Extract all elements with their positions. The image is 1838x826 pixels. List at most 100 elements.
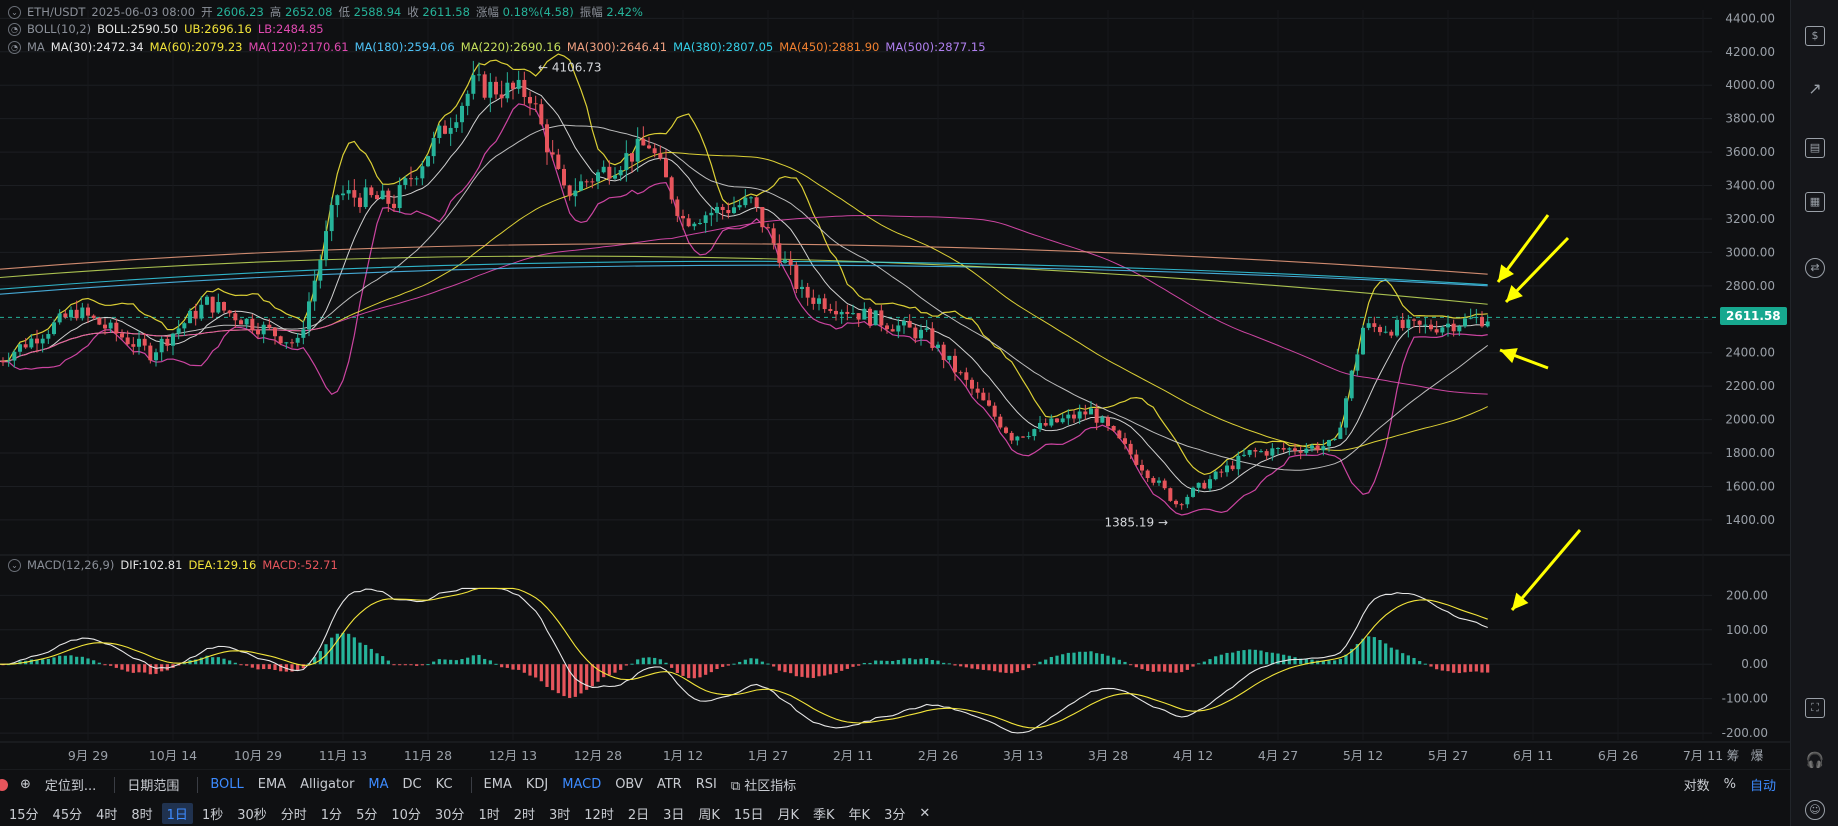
macd-histogram-bar xyxy=(624,664,628,666)
main-indicator-alligator[interactable]: Alligator xyxy=(300,777,354,792)
timeframe-3时[interactable]: 3时 xyxy=(544,803,575,824)
log-scale-button[interactable]: 对数 xyxy=(1684,775,1710,794)
macd-histogram-bar xyxy=(1191,664,1195,667)
timeframe-年K[interactable]: 年K xyxy=(844,803,876,824)
timeframe-4时[interactable]: 4时 xyxy=(91,803,122,824)
macd-histogram-bar xyxy=(789,664,793,674)
bell-icon[interactable]: ◔ xyxy=(8,40,21,54)
timeframe-15日[interactable]: 15日 xyxy=(729,803,769,824)
ma-value: MA(300):2646.41 xyxy=(566,40,668,54)
price-tick-label: 2400.00 xyxy=(1725,346,1775,360)
price-chart[interactable]: 1400.00 1600.00 1800.00 2000.00 2200.00 2400.… xyxy=(0,0,1790,770)
sub-indicator-rsi[interactable]: RSI xyxy=(696,777,717,792)
fullscreen-icon[interactable]: ⛶ xyxy=(1805,698,1825,718)
timeframe-3分[interactable]: 3分 xyxy=(879,803,910,824)
candle-body xyxy=(879,310,884,326)
timeframe-3日[interactable]: 3日 xyxy=(658,803,689,824)
timeframe-30分[interactable]: 30分 xyxy=(430,803,470,824)
timeframe-2时[interactable]: 2时 xyxy=(509,803,540,824)
candle-body xyxy=(256,330,260,335)
timeframe-1分[interactable]: 1分 xyxy=(316,803,347,824)
candle-body xyxy=(692,223,697,227)
timeframe-10分[interactable]: 10分 xyxy=(386,803,426,824)
dollar-icon[interactable]: $ xyxy=(1805,26,1825,46)
macd-histogram-bar xyxy=(851,664,855,667)
bell-icon[interactable]: ◔ xyxy=(8,22,21,36)
auto-scale-button[interactable]: 自动 xyxy=(1750,775,1776,794)
sub-indicator-macd[interactable]: MACD xyxy=(562,777,601,792)
timeframe-12时[interactable]: 12时 xyxy=(579,803,619,824)
macd-histogram-bar xyxy=(256,664,260,670)
timeframe-1时[interactable]: 1时 xyxy=(473,803,504,824)
candle-body xyxy=(1157,480,1161,483)
candle-body xyxy=(709,212,714,216)
timeframe-周K[interactable]: 周K xyxy=(693,803,725,824)
timeframe-季K[interactable]: 季K xyxy=(808,803,840,824)
timeframe-月K[interactable]: 月K xyxy=(772,803,804,824)
macd-histogram-bar xyxy=(511,664,515,670)
swap-icon[interactable]: ⇄ xyxy=(1805,258,1825,278)
price-tick-label: 4000.00 xyxy=(1725,78,1775,92)
macd-histogram-bar xyxy=(1457,664,1461,674)
macd-tick-label: -200.00 xyxy=(1722,726,1768,740)
macd-histogram-bar xyxy=(75,656,79,665)
main-indicator-dc[interactable]: DC xyxy=(403,777,422,792)
candle-body xyxy=(74,309,79,319)
timeframe-30秒[interactable]: 30秒 xyxy=(232,803,272,824)
timeframe-45分[interactable]: 45分 xyxy=(48,803,88,824)
macd-histogram-bar xyxy=(120,664,124,670)
candle-body xyxy=(1089,408,1093,415)
macd-histogram-bar xyxy=(1361,638,1365,665)
sub-indicator-ema[interactable]: EMA xyxy=(484,777,512,792)
record-icon[interactable] xyxy=(0,778,8,791)
percent-scale-button[interactable]: % xyxy=(1724,777,1736,792)
timeframe-1日[interactable]: 1日 xyxy=(161,802,193,824)
timeframe-5分[interactable]: 5分 xyxy=(351,803,382,824)
sub-indicator-obv[interactable]: OBV xyxy=(615,777,643,792)
candle-body xyxy=(590,181,595,183)
calculator-icon[interactable]: ▦ xyxy=(1805,192,1825,212)
timeframe-2日[interactable]: 2日 xyxy=(623,803,654,824)
date-range-button[interactable]: 日期范围 xyxy=(127,775,179,794)
main-indicator-boll[interactable]: BOLL xyxy=(210,777,243,792)
timeframe-15分[interactable]: 15分 xyxy=(4,803,44,824)
candle-body xyxy=(1072,414,1076,419)
macd-histogram-bar xyxy=(1066,652,1070,665)
sub-indicator-kdj[interactable]: KDJ xyxy=(526,777,548,792)
collapse-icon[interactable]: ⌄ xyxy=(8,558,21,572)
candle-body xyxy=(1151,478,1156,483)
candle-body xyxy=(1259,451,1263,453)
candle-body xyxy=(720,206,725,210)
macd-histogram-bar xyxy=(675,664,679,673)
macd-histogram-bar xyxy=(579,664,583,694)
macd-histogram-bar xyxy=(466,657,470,665)
sub-indicator-atr[interactable]: ATR xyxy=(657,777,682,792)
headset-icon[interactable]: 🎧 xyxy=(1805,752,1825,772)
boll-upper-line xyxy=(0,53,1488,476)
trend-icon[interactable]: ↗ xyxy=(1805,80,1825,100)
community-indicators-button[interactable]: ⧉ 社区指标 xyxy=(731,775,796,794)
timeframe-分时[interactable]: 分时 xyxy=(276,803,312,824)
crosshair-icon[interactable]: ⊕ xyxy=(20,777,31,792)
chart-layout-icon[interactable]: ▤ xyxy=(1805,138,1825,158)
avatar[interactable]: ☺ xyxy=(1805,800,1825,820)
candle-body xyxy=(1225,465,1229,473)
candle-body xyxy=(35,338,39,344)
candle-body xyxy=(454,122,459,128)
candle-body xyxy=(851,313,855,315)
macd-histogram-bar xyxy=(352,637,356,665)
timeframe-✕[interactable]: ✕ xyxy=(914,805,935,822)
ma180-line xyxy=(0,264,1488,295)
macd-histogram-bar xyxy=(228,660,232,665)
candle-body xyxy=(618,170,623,176)
timeframe-8时[interactable]: 8时 xyxy=(126,803,157,824)
candle-body xyxy=(1423,324,1428,326)
main-indicator-kc[interactable]: KC xyxy=(436,777,453,792)
timeframe-1秒[interactable]: 1秒 xyxy=(197,803,228,824)
main-indicator-ema[interactable]: EMA xyxy=(258,777,286,792)
macd-histogram-bar xyxy=(845,664,849,669)
locate-button[interactable]: 定位到... xyxy=(45,775,96,794)
main-indicator-ma[interactable]: MA xyxy=(368,777,388,792)
collapse-icon[interactable]: ⌄ xyxy=(8,5,21,19)
macd-histogram-bar xyxy=(1123,661,1127,665)
